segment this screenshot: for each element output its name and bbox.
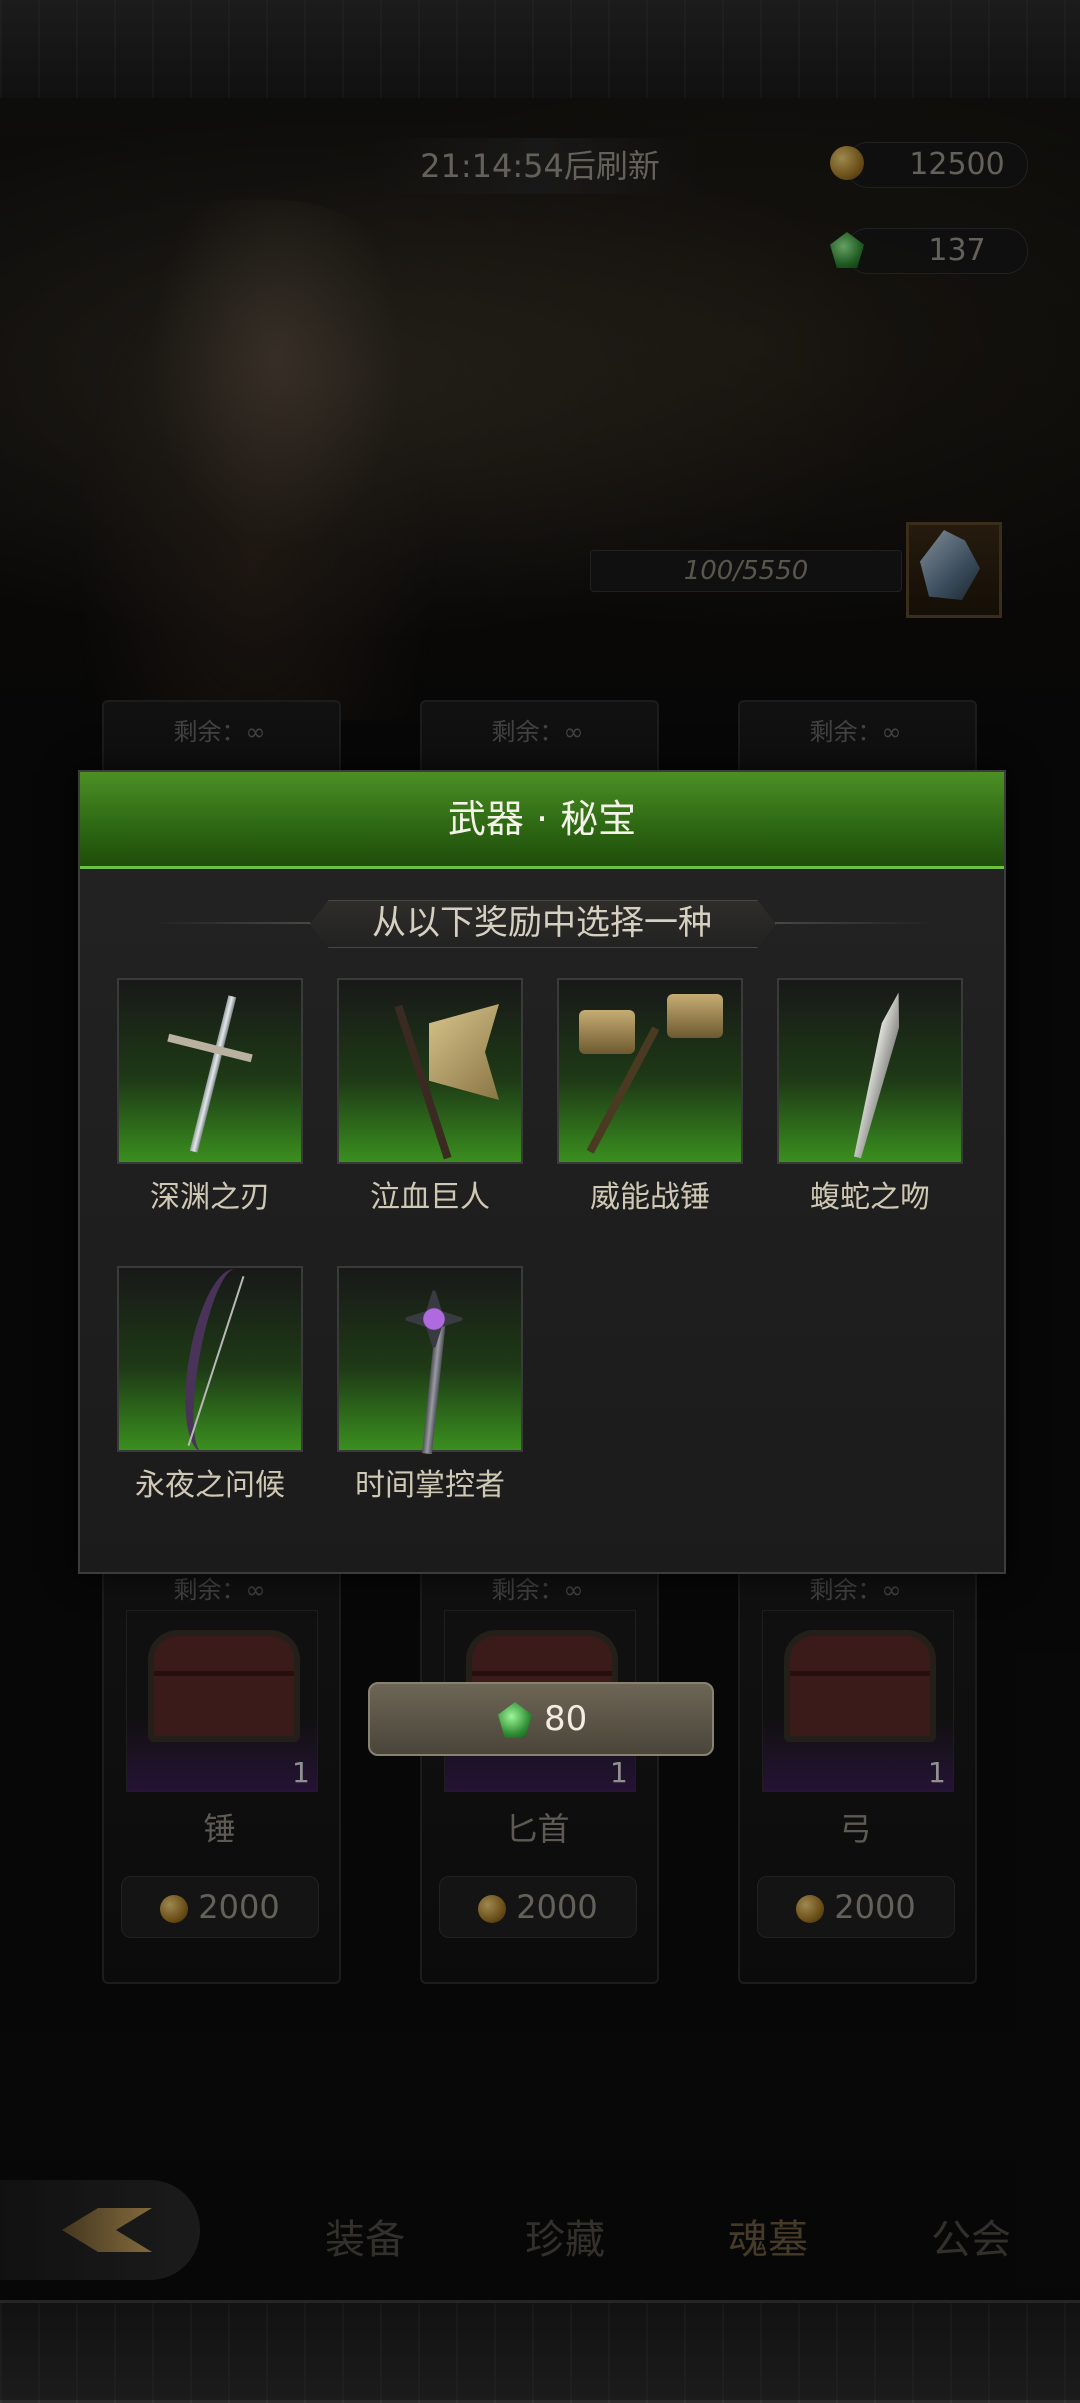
gem-cost: 80 — [544, 1699, 588, 1739]
reward-label-6: 时间掌控者 — [355, 1468, 505, 1503]
reward-option-3[interactable] — [557, 978, 743, 1164]
scepter-orb — [401, 1286, 467, 1352]
green-gem-icon — [498, 1702, 532, 1738]
reward-option-5[interactable] — [117, 1264, 303, 1458]
greatsword-guard — [167, 1033, 253, 1063]
subtitle-divider-right — [774, 922, 934, 924]
hammer-head-left — [579, 1010, 635, 1054]
reward-label-2: 泣血巨人 — [370, 1180, 490, 1215]
subtitle-divider-left — [150, 922, 310, 924]
reward-option-6[interactable] — [337, 1266, 523, 1455]
greatsword-icon — [189, 995, 237, 1153]
reward-choice-dialog: 武器 · 秘宝 从以下奖励中选择一种 深渊之刃 泣血巨人 威能战锤 蝮蛇之吻 永… — [78, 770, 1006, 1574]
dialog-title: 武器 · 秘宝 — [447, 797, 637, 841]
reward-option-2[interactable] — [337, 978, 523, 1164]
dialog-subtitle: 从以下奖励中选择一种 — [372, 903, 712, 943]
reward-label-5: 永夜之问候 — [135, 1468, 285, 1503]
curved-dagger-icon — [849, 990, 908, 1159]
axe-blade — [429, 1004, 499, 1100]
hammer-head-right — [667, 994, 723, 1038]
reward-label-4: 蝮蛇之吻 — [810, 1180, 930, 1215]
reward-label-1: 深渊之刃 — [150, 1180, 270, 1215]
reward-option-1[interactable] — [117, 978, 303, 1164]
reward-option-4[interactable] — [777, 978, 963, 1164]
reward-label-3: 威能战锤 — [590, 1180, 710, 1215]
gem-purchase-button[interactable]: 80 — [368, 1682, 714, 1756]
bow-icon — [173, 1264, 265, 1458]
